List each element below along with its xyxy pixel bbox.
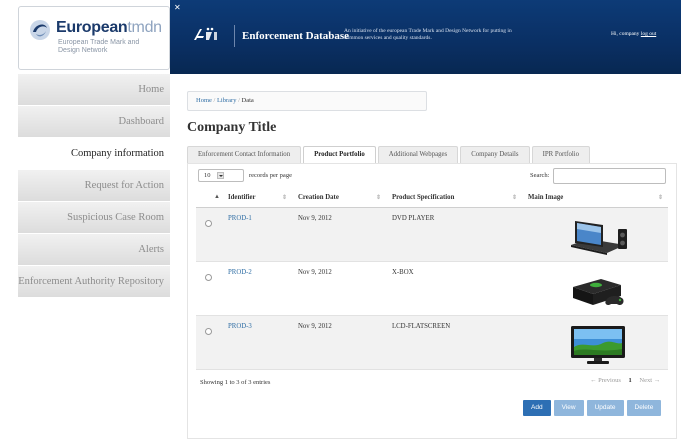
row-radio[interactable]: [205, 219, 212, 227]
view-button[interactable]: View: [553, 400, 584, 416]
main-image-cell: [522, 261, 668, 316]
sidebar-item-home[interactable]: Home: [18, 74, 170, 106]
app-root: Europeantmdn European Trade Mark and Des…: [0, 0, 681, 439]
sidebar-item-alerts[interactable]: Alerts: [18, 234, 170, 266]
creation-date-cell: Nov 9, 2012: [292, 315, 386, 370]
table-row[interactable]: PROD-3 Nov 9, 2012 LCD-FLATSCREEN: [196, 315, 668, 370]
column-label: Identifier: [228, 193, 256, 201]
product-spec-cell: DVD PLAYER: [386, 207, 522, 262]
add-button[interactable]: Add: [523, 400, 551, 416]
column-header-product-specification[interactable]: Product Specification ⇕: [386, 188, 522, 208]
breadcrumb-separator: /: [238, 97, 240, 104]
sidebar-item-company-information[interactable]: Company information: [18, 138, 170, 170]
brand-subtitle: European Trade Mark and Design Network: [58, 39, 140, 54]
column-header-main-image[interactable]: Main Image ⇕: [522, 188, 668, 208]
product-link[interactable]: PROD-3: [228, 323, 252, 330]
row-select-cell: [196, 207, 222, 262]
breadcrumb-home[interactable]: Home: [196, 97, 212, 104]
sidebar-item-suspicious-case-room[interactable]: Suspicious Case Room: [18, 202, 170, 234]
search-input[interactable]: [553, 168, 666, 184]
product-link[interactable]: PROD-2: [228, 269, 252, 276]
tab-additional-webpages[interactable]: Additional Webpages: [377, 146, 459, 163]
column-header-creation-date[interactable]: Creation Date ⇕: [292, 188, 386, 208]
app-title: Enforcement Database: [242, 30, 350, 42]
main-image-cell: [522, 315, 668, 370]
tab-bar: Enforcement Contact Information Product …: [187, 146, 592, 164]
dvd-player-image[interactable]: [563, 215, 633, 259]
product-spec-cell: LCD-FLATSCREEN: [386, 315, 522, 370]
column-label: Main Image: [528, 193, 564, 201]
row-radio[interactable]: [205, 327, 212, 335]
product-link[interactable]: PROD-1: [228, 215, 252, 222]
chevron-down-icon: [217, 172, 224, 179]
identifier-cell: PROD-1: [222, 207, 292, 262]
sort-icon: ⇕: [281, 195, 287, 201]
product-spec-cell: X-BOX: [386, 261, 522, 316]
row-select-cell: [196, 315, 222, 370]
breadcrumb-separator: /: [213, 97, 216, 104]
main-image-cell: [522, 207, 668, 262]
update-button[interactable]: Update: [586, 400, 624, 416]
sidebar-item-enforcement-authority-repository[interactable]: Enforcement Authority Repository: [18, 266, 170, 298]
sidebar-item-request-for-action[interactable]: Request for Action: [18, 170, 170, 202]
pager-previous[interactable]: ← Previous: [590, 377, 621, 384]
row-radio[interactable]: [205, 273, 212, 281]
brand-name: Europeantmdn: [56, 19, 162, 37]
column-label: Product Specification: [392, 193, 455, 201]
pager-next[interactable]: Next →: [639, 377, 660, 384]
tab-company-details[interactable]: Company Details: [460, 146, 530, 163]
row-select-cell: [196, 261, 222, 316]
pager-page-current[interactable]: 1: [629, 377, 632, 384]
close-icon[interactable]: ✕: [174, 3, 181, 12]
sort-icon: ⇕: [375, 195, 381, 201]
identifier-cell: PROD-3: [222, 315, 292, 370]
sort-asc-icon[interactable]: ▲: [214, 194, 220, 200]
brand-logo[interactable]: Europeantmdn European Trade Mark and Des…: [18, 6, 170, 70]
table-row[interactable]: PROD-1 Nov 9, 2012 DVD PLAYER: [196, 207, 668, 262]
tab-ipr-portfolio[interactable]: IPR Portfolio: [531, 146, 591, 163]
action-buttons: Add View Update Delete: [523, 400, 664, 416]
user-greeting: Hi, company log out: [611, 31, 656, 37]
brand-name-light: tmdn: [127, 19, 162, 36]
brand-swirl-icon: [30, 20, 50, 40]
creation-date-cell: Nov 9, 2012: [292, 261, 386, 316]
creation-date-cell: Nov 9, 2012: [292, 207, 386, 262]
sidebar-nav: Home Dashboard Company information Reque…: [18, 74, 170, 298]
sort-icon: ⇕: [511, 195, 517, 201]
table-info: Showing 1 to 3 of 3 entries: [200, 379, 271, 386]
sort-icon: ⇕: [657, 195, 663, 201]
table-row[interactable]: PROD-2 Nov 9, 2012 X-BOX: [196, 261, 668, 316]
delete-button[interactable]: Delete: [626, 400, 662, 416]
table-header-row: ▲ Identifier ⇕ Creation Date ⇕ Product Spe…: [196, 188, 668, 208]
records-per-page: 10 records per page: [198, 169, 292, 182]
tab-enforcement-contact-information[interactable]: Enforcement Contact Information: [187, 146, 302, 163]
select-column-header: ▲: [196, 188, 222, 208]
header-divider: [234, 25, 235, 47]
brand-name-bold: European: [56, 19, 128, 36]
records-per-page-label: records per page: [249, 172, 292, 179]
breadcrumb-current: Data: [241, 97, 254, 104]
greeting-text: Hi, company: [611, 31, 640, 37]
pagination: ← Previous 1 Next →: [590, 377, 660, 384]
sidebar-item-dashboard[interactable]: Dashboard: [18, 106, 170, 138]
records-per-page-select[interactable]: 10: [198, 169, 244, 182]
emblem-icon: [194, 27, 217, 40]
page-title: Company Title: [187, 120, 277, 135]
identifier-cell: PROD-2: [222, 261, 292, 316]
breadcrumb-library[interactable]: Library: [217, 97, 237, 104]
tab-product-portfolio[interactable]: Product Portfolio: [303, 146, 376, 164]
xbox-console-image[interactable]: [563, 269, 633, 313]
records-per-page-value: 10: [204, 172, 211, 179]
logout-link[interactable]: log out: [641, 31, 656, 37]
product-table: ▲ Identifier ⇕ Creation Date ⇕ Product Spe…: [196, 188, 668, 370]
column-header-identifier[interactable]: Identifier ⇕: [222, 188, 292, 208]
breadcrumb: Home / Library / Data: [187, 91, 427, 111]
header-bar: ✕ Enforcement Database An initiative of …: [170, 0, 681, 74]
search-label: Search:: [530, 172, 550, 179]
lcd-tv-image[interactable]: [563, 323, 633, 367]
header-tagline: An initiative of the european Trade Mark…: [344, 28, 512, 41]
column-label: Creation Date: [298, 193, 339, 201]
